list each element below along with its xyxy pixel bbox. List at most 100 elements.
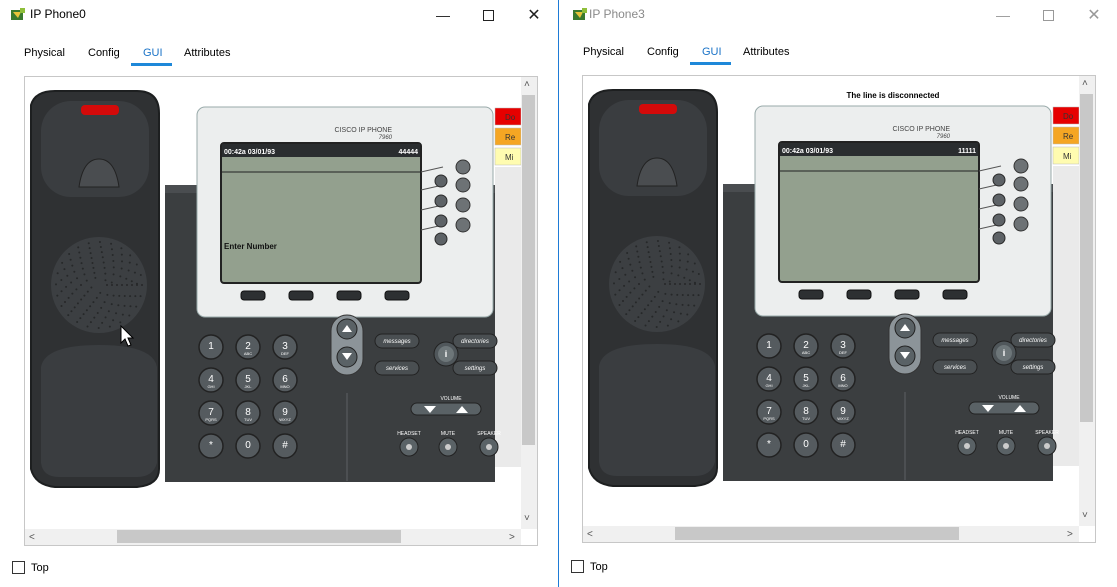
key-1[interactable]: 1: [756, 333, 782, 359]
key-0[interactable]: 0: [235, 433, 261, 459]
scroll-right-arrow[interactable]: >: [509, 532, 515, 543]
side-tab-re[interactable]: Re: [1052, 126, 1079, 145]
settings-button[interactable]: settings: [1010, 359, 1056, 375]
key-8[interactable]: 8TUV: [793, 399, 819, 425]
key-8[interactable]: 8TUV: [235, 400, 261, 426]
horizontal-scroll-thumb[interactable]: [117, 530, 401, 543]
maximize-button[interactable]: [473, 4, 503, 26]
top-checkbox-box[interactable]: [571, 560, 584, 573]
volume-rocker[interactable]: [410, 402, 482, 416]
key-4[interactable]: 4GHI: [198, 367, 224, 393]
key-9[interactable]: 9WXYZ: [830, 399, 856, 425]
minimize-button[interactable]: —: [988, 4, 1018, 26]
mute-button[interactable]: MUTE: [438, 431, 458, 457]
tab-physical[interactable]: Physical: [583, 46, 624, 58]
volume-rocker[interactable]: [968, 401, 1040, 415]
scroll-left-arrow[interactable]: <: [29, 532, 35, 543]
key-0[interactable]: 0: [793, 432, 819, 458]
softkey-4[interactable]: [384, 290, 410, 301]
top-checkbox-box[interactable]: [12, 561, 25, 574]
services-button[interactable]: services: [374, 360, 420, 376]
handset[interactable]: [30, 90, 160, 488]
vertical-scrollbar[interactable]: ˄ ˅: [1079, 76, 1095, 526]
tab-gui[interactable]: GUI: [143, 47, 163, 59]
mute-button[interactable]: MUTE: [996, 430, 1016, 456]
scroll-down-arrow[interactable]: ˅: [1082, 510, 1088, 521]
nav-up-button[interactable]: [336, 318, 358, 340]
feature-button-3[interactable]: [434, 214, 448, 228]
key-5[interactable]: 5JKL: [235, 367, 261, 393]
side-tab-mi[interactable]: Mi: [494, 147, 521, 166]
horizontal-scrollbar[interactable]: < >: [583, 526, 1079, 542]
key-1[interactable]: 1: [198, 334, 224, 360]
scroll-left-arrow[interactable]: <: [587, 529, 593, 540]
maximize-button[interactable]: [1033, 4, 1063, 26]
top-checkbox[interactable]: Top: [571, 560, 608, 573]
side-tab-do[interactable]: Do: [1052, 106, 1079, 125]
scroll-up-arrow[interactable]: ˄: [1082, 78, 1088, 89]
key-9[interactable]: 9WXYZ: [272, 400, 298, 426]
softkey-2[interactable]: [846, 289, 872, 300]
side-tab-mi[interactable]: Mi: [1052, 146, 1079, 165]
softkey-3[interactable]: [894, 289, 920, 300]
softkey-1[interactable]: [240, 290, 266, 301]
side-tab-do[interactable]: Do: [494, 107, 521, 126]
softkey-2[interactable]: [288, 290, 314, 301]
info-button[interactable]: i: [991, 340, 1017, 366]
title-bar[interactable]: IP Phone3 — ✕: [562, 0, 1117, 30]
directories-button[interactable]: directories: [1010, 332, 1056, 348]
scroll-down-arrow[interactable]: ˅: [524, 513, 530, 524]
scroll-right-arrow[interactable]: >: [1067, 529, 1073, 540]
scroll-up-arrow[interactable]: ˄: [524, 79, 530, 90]
horizontal-scrollbar[interactable]: < >: [25, 529, 521, 545]
key-4[interactable]: 4GHI: [756, 366, 782, 392]
feature-button-4[interactable]: [992, 231, 1006, 245]
vertical-scroll-thumb[interactable]: [522, 95, 535, 445]
softkey-1[interactable]: [798, 289, 824, 300]
key-2[interactable]: 2ABC: [235, 334, 261, 360]
side-tab-re[interactable]: Re: [494, 127, 521, 146]
messages-button[interactable]: messages: [932, 332, 978, 348]
feature-button-3[interactable]: [992, 213, 1006, 227]
key-star[interactable]: *: [198, 433, 224, 459]
nav-down-button[interactable]: [894, 345, 916, 367]
key-5[interactable]: 5JKL: [793, 366, 819, 392]
tab-config[interactable]: Config: [647, 46, 679, 58]
close-button[interactable]: ✕: [519, 4, 549, 26]
feature-button-2[interactable]: [434, 194, 448, 208]
key-pound[interactable]: #: [272, 433, 298, 459]
close-button[interactable]: ✕: [1079, 4, 1109, 26]
nav-up-button[interactable]: [894, 317, 916, 339]
nav-down-button[interactable]: [336, 346, 358, 368]
key-2[interactable]: 2ABC: [793, 333, 819, 359]
horizontal-scroll-thumb[interactable]: [675, 527, 959, 540]
handset[interactable]: [588, 89, 718, 487]
tab-attributes[interactable]: Attributes: [184, 47, 230, 59]
vertical-scroll-thumb[interactable]: [1080, 94, 1093, 422]
title-bar[interactable]: IP Phone0 — ✕: [0, 0, 558, 30]
key-7[interactable]: 7PQRS: [198, 400, 224, 426]
key-6[interactable]: 6MNO: [272, 367, 298, 393]
directories-button[interactable]: directories: [452, 333, 498, 349]
services-button[interactable]: services: [932, 359, 978, 375]
feature-button-4[interactable]: [434, 232, 448, 246]
key-7[interactable]: 7PQRS: [756, 399, 782, 425]
tab-physical[interactable]: Physical: [24, 47, 65, 59]
tab-config[interactable]: Config: [88, 47, 120, 59]
vertical-scrollbar[interactable]: ˄ ˅: [521, 77, 537, 529]
minimize-button[interactable]: —: [428, 4, 458, 26]
softkey-4[interactable]: [942, 289, 968, 300]
info-button[interactable]: i: [433, 341, 459, 367]
key-6[interactable]: 6MNO: [830, 366, 856, 392]
key-star[interactable]: *: [756, 432, 782, 458]
messages-button[interactable]: messages: [374, 333, 420, 349]
settings-button[interactable]: settings: [452, 360, 498, 376]
feature-button-1[interactable]: [992, 173, 1006, 187]
top-checkbox[interactable]: Top: [12, 561, 49, 574]
key-3[interactable]: 3DEF: [830, 333, 856, 359]
key-pound[interactable]: #: [830, 432, 856, 458]
key-3[interactable]: 3DEF: [272, 334, 298, 360]
tab-attributes[interactable]: Attributes: [743, 46, 789, 58]
feature-button-1[interactable]: [434, 174, 448, 188]
tab-gui[interactable]: GUI: [702, 46, 722, 58]
